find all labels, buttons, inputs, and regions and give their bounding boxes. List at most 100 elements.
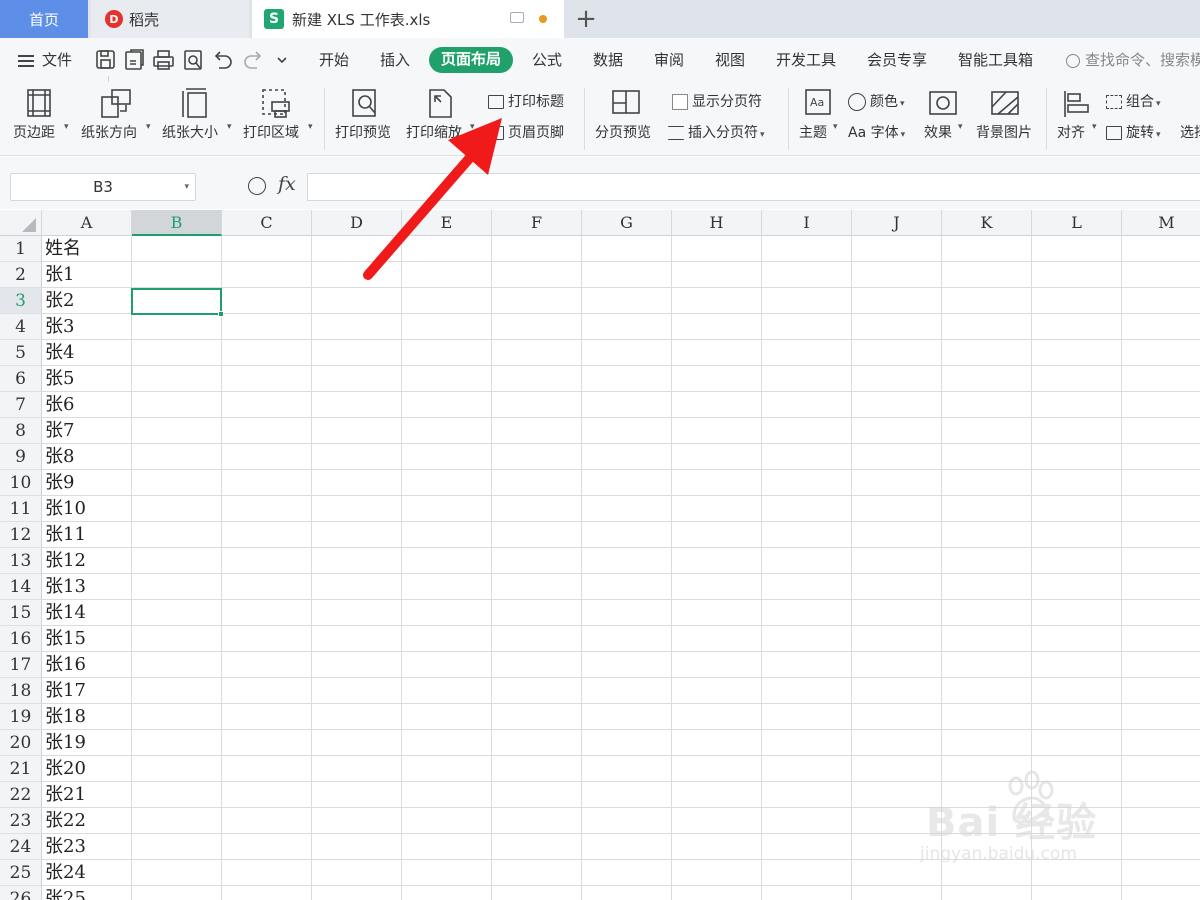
cell-a1[interactable]: 姓名 [45,236,81,262]
name-box[interactable]: B3 ▾ [10,173,196,201]
zoom-icon[interactable] [248,177,266,195]
column-header-i[interactable]: I [762,210,852,236]
fx-icon[interactable]: fx [278,173,296,195]
column-header-l[interactable]: L [1032,210,1122,236]
print-area-button[interactable]: 打印区域 ▾ [240,82,316,156]
column-header-g[interactable]: G [582,210,672,236]
page-break-preview-button[interactable]: 分页预览 [592,82,660,156]
row-header-3[interactable]: 3 [0,288,42,314]
command-search[interactable]: 查找命令、搜索模 [1066,48,1200,72]
row-header-22[interactable]: 22 [0,782,42,808]
cell-a21[interactable]: 张20 [45,756,86,782]
file-menu-button[interactable]: 文件 [18,48,72,72]
chevron-down-icon[interactable] [277,57,287,64]
cell-a14[interactable]: 张13 [45,574,86,600]
header-footer-button[interactable]: 页眉页脚 [488,122,564,144]
cell-a10[interactable]: 张9 [45,470,74,496]
cell-a18[interactable]: 张17 [45,678,86,704]
row-header-5[interactable]: 5 [0,340,42,366]
formula-input[interactable] [307,173,1200,201]
cell-a6[interactable]: 张5 [45,366,74,392]
column-header-m[interactable]: M [1122,210,1200,236]
row-header-14[interactable]: 14 [0,574,42,600]
column-header-c[interactable]: C [222,210,312,236]
cell-a2[interactable]: 张1 [45,262,74,288]
row-header-23[interactable]: 23 [0,808,42,834]
row-header-15[interactable]: 15 [0,600,42,626]
cell-a9[interactable]: 张8 [45,444,74,470]
row-header-20[interactable]: 20 [0,730,42,756]
fonts-button[interactable]: Aa 字体 ▾ [848,122,905,144]
insert-page-break-button[interactable]: 插入分页符 ▾ [668,122,765,144]
cell-a17[interactable]: 张16 [45,652,86,678]
effects-button[interactable]: 效果 ▾ [920,82,970,156]
new-tab-button[interactable]: + [574,4,598,34]
row-header-2[interactable]: 2 [0,262,42,288]
cell-a16[interactable]: 张15 [45,626,86,652]
show-page-breaks-checkbox[interactable]: 显示分页符 [672,91,762,113]
print-icon[interactable] [153,50,174,70]
cell-a7[interactable]: 张6 [45,392,74,418]
cell-a15[interactable]: 张14 [45,600,86,626]
row-header-21[interactable]: 21 [0,756,42,782]
row-header-1[interactable]: 1 [0,236,42,262]
column-header-b[interactable]: B [132,210,222,236]
row-header-16[interactable]: 16 [0,626,42,652]
tab-home[interactable]: 首页 [0,0,88,38]
row-header-6[interactable]: 6 [0,366,42,392]
row-header-17[interactable]: 17 [0,652,42,678]
print-titles-button[interactable]: 打印标题 [488,91,564,113]
column-header-d[interactable]: D [312,210,402,236]
tab-docer[interactable]: D 稻壳 [91,0,249,38]
cell-a5[interactable]: 张4 [45,340,74,366]
column-header-f[interactable]: F [492,210,582,236]
column-header-a[interactable]: A [42,210,132,236]
undo-icon[interactable] [214,51,232,69]
cell-a13[interactable]: 张12 [45,548,86,574]
print-preview-icon[interactable] [184,50,202,70]
print-preview-button[interactable]: 打印预览 [332,82,400,156]
cell-a24[interactable]: 张23 [45,834,86,860]
column-header-k[interactable]: K [942,210,1032,236]
menu-item-member[interactable]: 会员专享 [867,48,927,72]
align-button[interactable]: 对齐 ▾ [1054,82,1100,156]
export-pdf-icon[interactable] [125,49,144,70]
cell-a12[interactable]: 张11 [45,522,86,548]
paper-size-button[interactable]: 纸张大小 ▾ [160,82,236,156]
row-header-25[interactable]: 25 [0,860,42,886]
row-header-12[interactable]: 12 [0,522,42,548]
column-header-j[interactable]: J [852,210,942,236]
menu-item-data[interactable]: 数据 [593,48,623,72]
menu-item-page-layout[interactable]: 页面布局 [429,47,513,73]
column-header-e[interactable]: E [402,210,492,236]
cell-a25[interactable]: 张24 [45,860,86,886]
monitor-icon[interactable] [510,12,524,23]
column-header-h[interactable]: H [672,210,762,236]
cell-a3[interactable]: 张2 [45,288,74,314]
cell-a19[interactable]: 张18 [45,704,86,730]
redo-icon[interactable] [244,51,262,69]
row-header-10[interactable]: 10 [0,470,42,496]
save-icon[interactable] [96,50,115,69]
menu-item-smart-tools[interactable]: 智能工具箱 [958,48,1033,72]
cell-a23[interactable]: 张22 [45,808,86,834]
selected-cell[interactable] [131,288,224,317]
theme-button[interactable]: Aa 主题 ▾ [796,82,842,156]
menu-item-insert[interactable]: 插入 [380,48,410,72]
select-all-corner[interactable] [0,210,42,236]
cell-a20[interactable]: 张19 [45,730,86,756]
row-header-7[interactable]: 7 [0,392,42,418]
cell-a26[interactable]: 张25 [45,886,86,900]
menu-item-start[interactable]: 开始 [319,48,349,72]
row-header-11[interactable]: 11 [0,496,42,522]
background-image-button[interactable]: 背景图片 [974,82,1038,156]
menu-item-formulas[interactable]: 公式 [532,48,562,72]
cell-a8[interactable]: 张7 [45,418,74,444]
row-header-19[interactable]: 19 [0,704,42,730]
menu-item-view[interactable]: 视图 [715,48,745,72]
row-header-4[interactable]: 4 [0,314,42,340]
colors-button[interactable]: 颜色 ▾ [848,91,905,113]
menu-item-review[interactable]: 审阅 [654,48,684,72]
print-scale-button[interactable]: 打印缩放 ▾ [404,82,480,156]
row-header-13[interactable]: 13 [0,548,42,574]
